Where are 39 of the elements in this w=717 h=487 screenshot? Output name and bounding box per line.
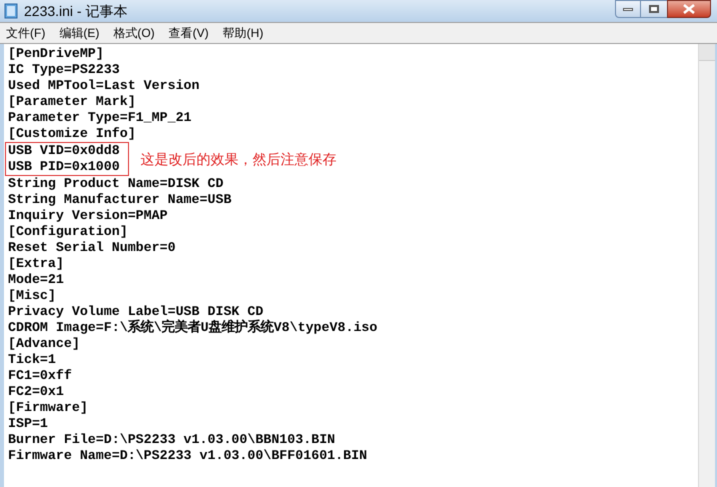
text-line: Inquiry Version=PMAP <box>8 208 169 224</box>
text-line: USB VID=0x0dd8 <box>8 143 120 159</box>
menu-item[interactable]: 格式(O) <box>113 24 155 42</box>
annotation-text: 这是改后的效果，然后注意保存 <box>140 151 337 167</box>
text-line: CDROM Image=F:\系统\完美者U盘维护系统V8\typeV8.iso <box>8 320 378 336</box>
close-button[interactable] <box>667 0 711 18</box>
text-line: FC2=0x1 <box>8 384 65 400</box>
window-title: 2233.ini - 记事本 <box>24 2 128 20</box>
scrollbar[interactable] <box>698 44 715 487</box>
text-line: FC1=0xff <box>8 368 73 384</box>
minimize-button[interactable] <box>615 0 641 18</box>
text-line: [Customize Info] <box>8 126 137 142</box>
text-line: ISP=1 <box>8 416 49 432</box>
text-line: Burner File=D:\PS2233 v1.03.00\BBN103.BIN <box>8 432 336 448</box>
menu-item[interactable]: 编辑(E) <box>59 24 100 42</box>
text-line: USB PID=0x1000 <box>8 159 120 175</box>
text-line: Tick=1 <box>8 352 57 368</box>
text-line: Parameter Type=F1_MP_21 <box>8 110 193 126</box>
close-icon <box>683 4 695 14</box>
text-line: IC Type=PS2233 <box>8 62 121 78</box>
menu-item[interactable]: 帮助(H) <box>222 24 264 42</box>
notepad-icon <box>4 3 18 19</box>
menu-item[interactable]: 文件(F) <box>6 24 46 42</box>
text-line: [Advance] <box>8 336 81 352</box>
text-line: Reset Serial Number=0 <box>8 240 177 256</box>
text-line: String Product Name=DISK CD <box>8 176 224 192</box>
text-line: [Extra] <box>8 256 65 272</box>
menu-item[interactable]: 查看(V) <box>168 24 209 42</box>
text-line: [PenDriveMP] <box>8 46 105 62</box>
text-line: [Parameter Mark] <box>8 94 137 110</box>
text-line: [Misc] <box>8 288 57 304</box>
text-line: Mode=21 <box>8 272 65 288</box>
text-line: [Configuration] <box>8 224 129 240</box>
maximize-button[interactable] <box>641 0 667 18</box>
text-line: Privacy Volume Label=USB DISK CD <box>8 304 264 319</box>
text-line: Used MPTool=Last Version <box>8 78 201 94</box>
text-line: String Manufacturer Name=USB <box>8 192 232 208</box>
text-line: Firmware Name=D:\PS2233 v1.03.00\BFF01601.BIN <box>8 448 368 464</box>
text-line: [Firmware] <box>8 400 89 416</box>
